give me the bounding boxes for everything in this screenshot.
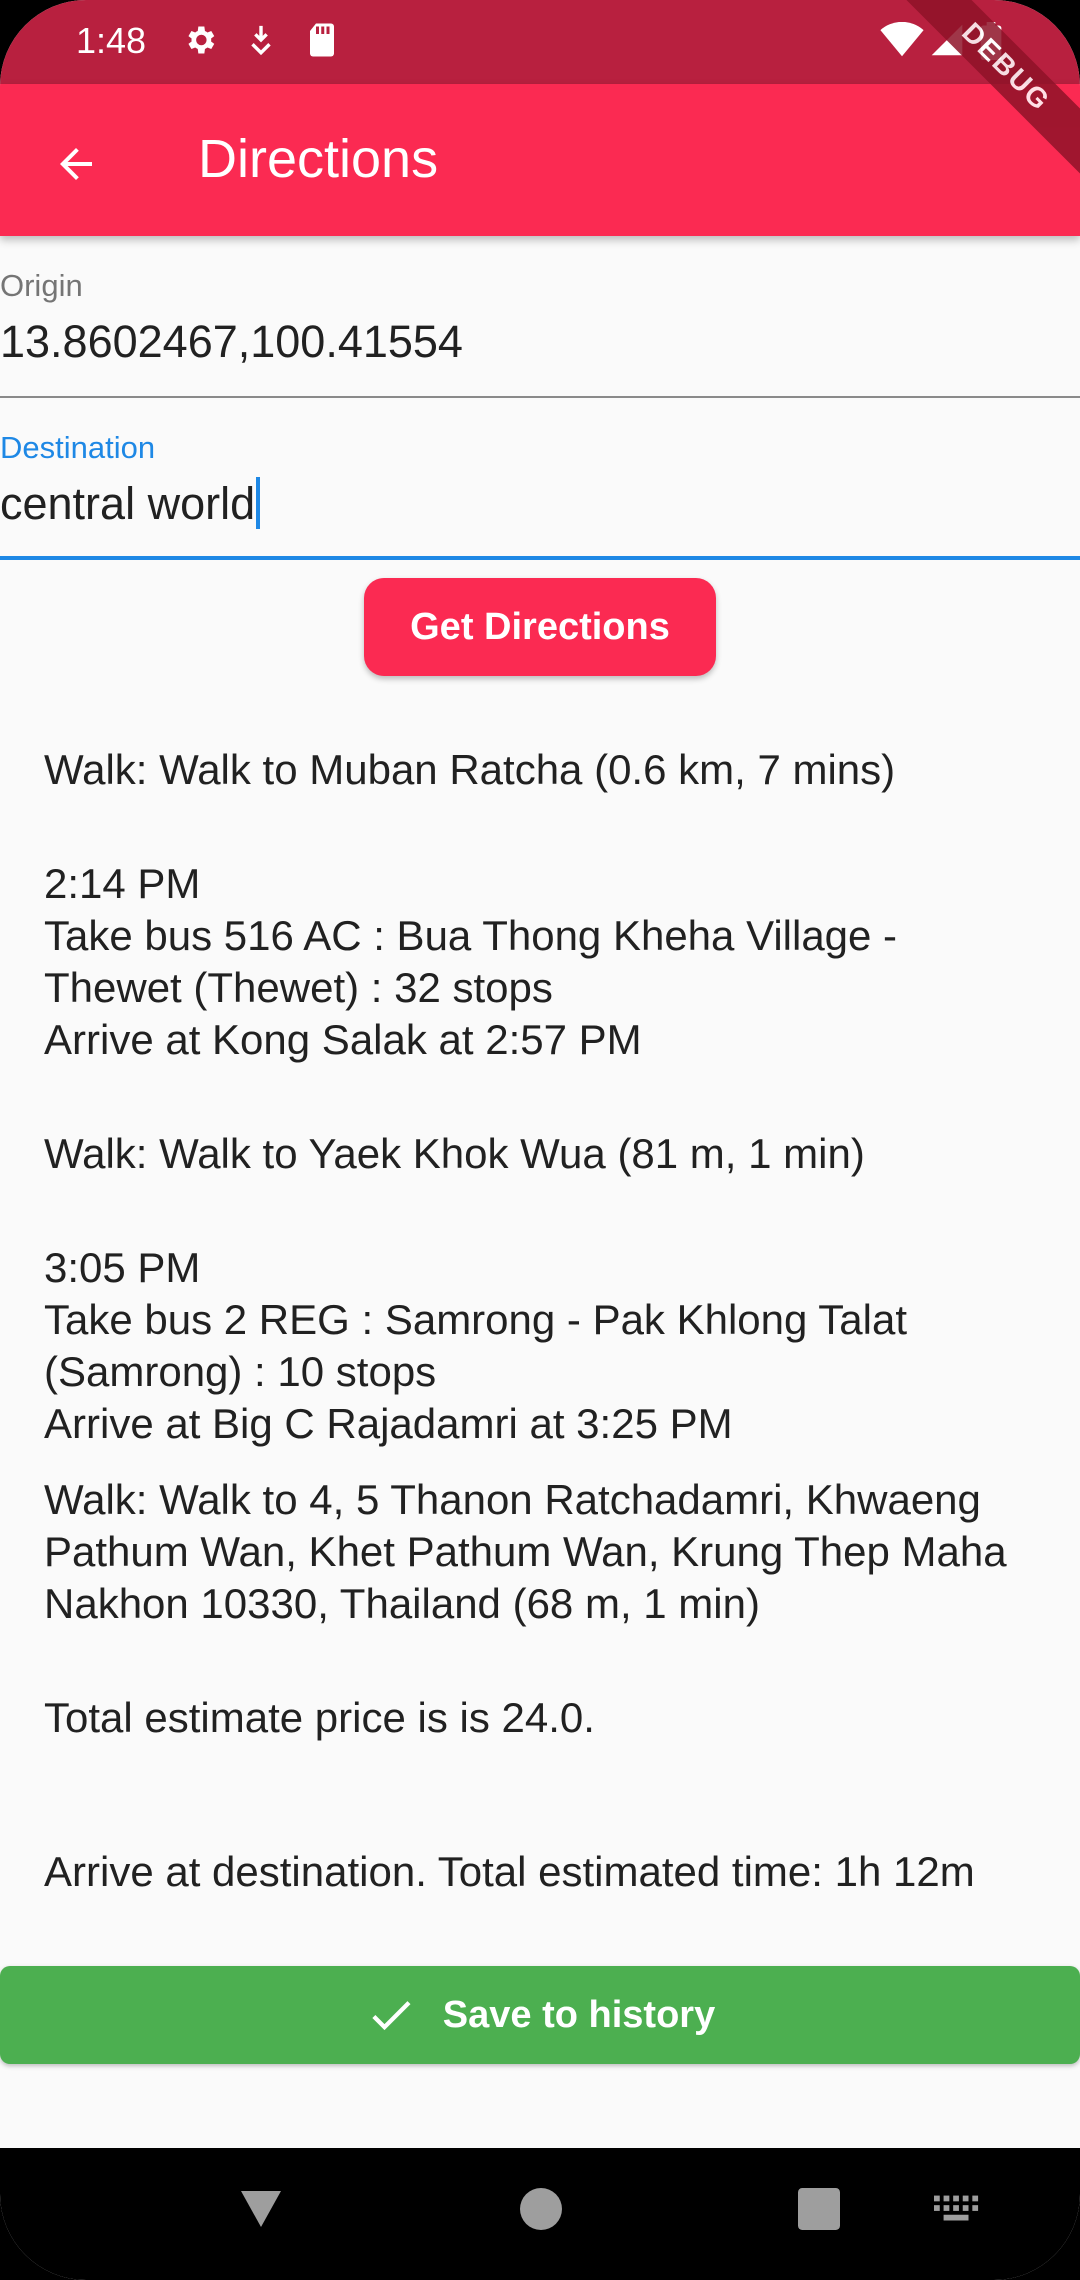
total-price-text: Total estimate price is is 24.0. — [44, 1694, 595, 1741]
origin-label: Origin — [0, 268, 83, 303]
status-bar: 1:48 — [0, 0, 1080, 84]
home-circle-icon[interactable] — [516, 2184, 566, 2234]
step-line: Walk: Walk to 4, 5 Thanon Ratchadamri, K… — [44, 1476, 981, 1523]
sd-card-icon — [310, 23, 334, 57]
step-line: 3:05 PM — [44, 1244, 201, 1291]
direction-step: Walk: Walk to 4, 5 Thanon Ratchadamri, K… — [44, 1474, 1054, 1630]
direction-step: Walk: Walk to Muban Ratcha (0.6 km, 7 mi… — [44, 744, 1054, 796]
direction-step: 2:14 PM Take bus 516 AC : Bua Thong Kheh… — [44, 858, 1054, 1066]
destination-label: Destination — [0, 430, 156, 465]
origin-field[interactable]: Origin 13.8602467,100.41554 — [0, 236, 1080, 398]
text-cursor — [256, 477, 261, 530]
step-line: (Samrong) : 10 stops — [44, 1348, 437, 1395]
download-icon — [251, 25, 271, 56]
step-line: Take bus 2 REG : Samrong - Pak Khlong Ta… — [44, 1296, 908, 1343]
save-to-history-button[interactable]: Save to history — [0, 1966, 1080, 2064]
step-line: Walk: Walk to Muban Ratcha (0.6 km, 7 mi… — [44, 746, 896, 793]
destination-underline — [0, 556, 1080, 560]
page-title: Directions — [198, 129, 439, 189]
step-line: Pathum Wan, Khet Pathum Wan, Krung Thep … — [44, 1528, 1007, 1575]
gear-icon — [188, 26, 215, 54]
wifi-icon — [880, 22, 924, 57]
status-time: 1:48 — [76, 20, 147, 61]
step-line: Nakhon 10330, Thailand (68 m, 1 min) — [44, 1580, 760, 1627]
step-line: Take bus 516 AC : Bua Thong Kheha Villag… — [44, 912, 898, 959]
app-screen: 1:48 Directions DEBUG Origin 13.8602467,… — [0, 0, 1080, 2280]
total-price: Total estimate price is is 24.0. — [44, 1692, 1054, 1744]
destination-value: central world — [0, 478, 256, 529]
total-time-text: Arrive at destination. Total estimated t… — [44, 1848, 975, 1895]
recents-square-icon[interactable] — [794, 2184, 844, 2234]
step-line: 2:14 PM — [44, 860, 201, 907]
direction-step: Walk: Walk to Yaek Khok Wua (81 m, 1 min… — [44, 1128, 1054, 1180]
total-time: Arrive at destination. Total estimated t… — [44, 1846, 1054, 1898]
step-line: Arrive at Kong Salak at 2:57 PM — [44, 1016, 642, 1063]
get-directions-button[interactable]: Get Directions — [364, 578, 716, 676]
step-line: Arrive at Big C Rajadamri at 3:25 PM — [44, 1400, 733, 1447]
get-directions-label: Get Directions — [410, 605, 670, 648]
step-line: Thewet (Thewet) : 32 stops — [44, 964, 553, 1011]
step-line: Walk: Walk to Yaek Khok Wua (81 m, 1 min… — [44, 1130, 865, 1177]
destination-field[interactable]: Destination central world — [0, 398, 1080, 562]
save-label: Save to history — [442, 1993, 716, 2036]
keyboard-icon[interactable] — [930, 2184, 984, 2234]
direction-step: 3:05 PM Take bus 2 REG : Samrong - Pak K… — [44, 1242, 1054, 1450]
back-triangle-icon[interactable] — [236, 2184, 286, 2234]
back-button[interactable] — [34, 122, 118, 206]
destination-input[interactable]: central world — [0, 477, 261, 533]
app-bar: Directions — [0, 84, 1080, 236]
origin-value[interactable]: 13.8602467,100.41554 — [0, 316, 463, 368]
arrow-back-icon — [60, 148, 92, 180]
check-icon — [365, 1989, 417, 2041]
system-nav-bar — [0, 2148, 1080, 2280]
